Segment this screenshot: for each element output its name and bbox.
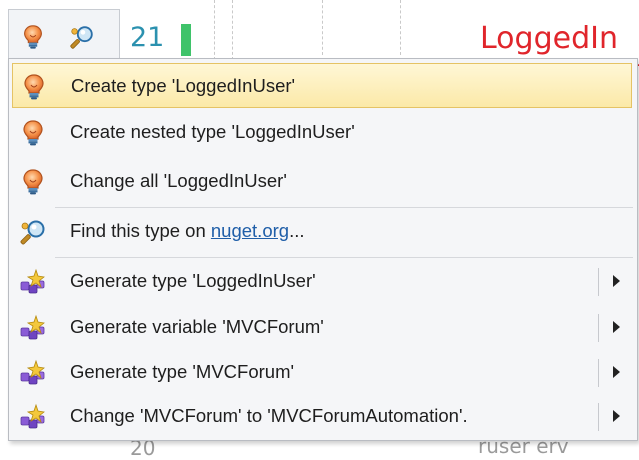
submenu-divider (598, 314, 599, 342)
menu-item-create-type[interactable]: Create type 'LoggedInUser' (12, 63, 632, 108)
generate-icon (18, 402, 48, 432)
chevron-right-icon[interactable] (613, 321, 620, 333)
menu-separator (55, 207, 633, 208)
line-number: 21 (130, 22, 165, 53)
chevron-right-icon[interactable] (613, 366, 620, 378)
menu-item-generate-type-loggedinuser[interactable]: Generate type 'LoggedInUser' (12, 259, 632, 304)
nuget-link[interactable]: nuget.org (211, 220, 289, 241)
bulb-icon (19, 23, 47, 51)
menu-item-label: Change 'MVCForum' to 'MVCForumAutomation… (70, 405, 468, 426)
menu-item-label: Generate type 'MVCForum' (70, 361, 295, 382)
menu-separator (55, 257, 633, 258)
generate-icon (18, 358, 48, 388)
menu-item-generate-variable[interactable]: Generate variable 'MVCForum' (12, 305, 632, 350)
quick-actions-menu: Create type 'LoggedInUser' Create nested… (8, 58, 638, 441)
change-marker (181, 24, 191, 56)
menu-item-label: Generate type 'LoggedInUser' (70, 270, 316, 291)
submenu-divider (598, 268, 599, 296)
indent-guide (400, 0, 401, 55)
label-prefix: Find this type on (70, 220, 211, 241)
menu-item-label: Generate variable 'MVCForum' (70, 316, 324, 337)
bulb-icon (18, 167, 48, 197)
submenu-divider (598, 403, 599, 431)
submenu-divider (598, 359, 599, 387)
chevron-right-icon[interactable] (613, 410, 620, 422)
indent-guide (214, 0, 215, 60)
nuget-search-icon (18, 217, 48, 247)
menu-item-label: Create type 'LoggedInUser' (71, 75, 296, 96)
chevron-right-icon[interactable] (613, 275, 620, 287)
menu-item-change-all[interactable]: Change all 'LoggedInUser' (12, 159, 632, 204)
generate-icon (18, 267, 48, 297)
menu-item-find-on-nuget[interactable]: Find this type on nuget.org... (12, 209, 632, 254)
menu-item-create-nested-type[interactable]: Create nested type 'LoggedInUser' (12, 110, 632, 155)
menu-item-change-mvcforum[interactable]: Change 'MVCForum' to 'MVCForumAutomation… (12, 394, 632, 439)
menu-item-label: Create nested type 'LoggedInUser' (70, 121, 355, 142)
indent-guide (322, 0, 323, 55)
bulb-icon (18, 118, 48, 148)
bulb-icon (19, 72, 49, 102)
menu-item-generate-type-mvcforum[interactable]: Generate type 'MVCForum' (12, 350, 632, 395)
label-suffix: ... (289, 220, 305, 241)
error-code-token[interactable]: LoggedIn (480, 21, 618, 56)
generate-icon (18, 313, 48, 343)
nuget-search-icon (67, 23, 97, 51)
menu-item-label: Change all 'LoggedInUser' (70, 170, 287, 191)
indent-guide (232, 0, 233, 60)
quick-actions-button[interactable] (8, 9, 120, 59)
menu-item-label: Find this type on nuget.org... (70, 220, 305, 242)
